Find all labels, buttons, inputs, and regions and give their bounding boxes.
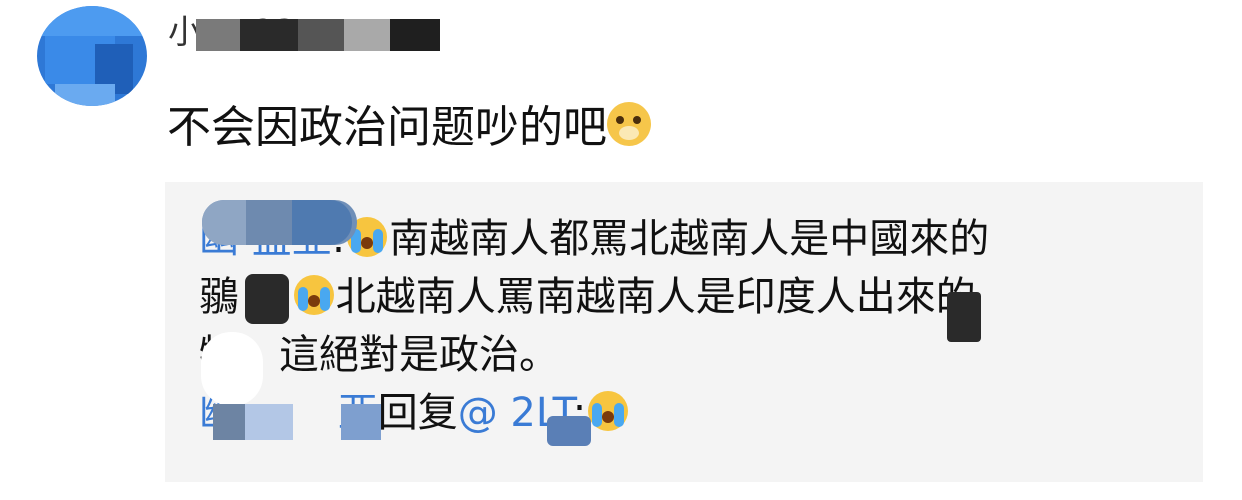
reply-line-3: 物。這絕對是政治。: [199, 326, 1179, 384]
reply-text-line-2-start: 鶸: [199, 274, 239, 320]
comment-content: 不会因政治问题吵的吧: [167, 96, 651, 160]
crying-face-icon: [588, 391, 629, 431]
doge-icon: [607, 102, 651, 146]
text-redaction-2: [947, 292, 981, 342]
name-redaction-1a: [202, 200, 246, 245]
reply-preview[interactable]: 幽 盛亞:南越南人都罵北越南人是中國來的 鶸 。北越南人罵南越南人是印度人出來的…: [165, 182, 1203, 482]
name-redaction-1b: [246, 200, 292, 245]
username-redaction: [196, 19, 440, 51]
user-avatar[interactable]: [37, 6, 147, 106]
mention-redaction: [547, 416, 591, 446]
reply-action: 回复: [377, 390, 458, 436]
name-redaction-2b: [245, 404, 293, 440]
text-redaction-3: [201, 332, 263, 406]
reply-line-2: 鶸 。北越南人罵南越南人是印度人出來的: [199, 268, 1179, 326]
comment-text: 不会因政治问题吵的吧: [167, 102, 607, 153]
name-redaction-1c: [292, 200, 352, 245]
reply-text-line-2: 北越南人罵南越南人是印度人: [335, 274, 856, 320]
reply-text-line-1: 南越南人都罵北越南人是中國來的: [389, 216, 990, 262]
name-redaction-2c: [341, 404, 381, 440]
text-redaction-1: [245, 274, 289, 324]
crying-face-icon: [293, 275, 334, 315]
